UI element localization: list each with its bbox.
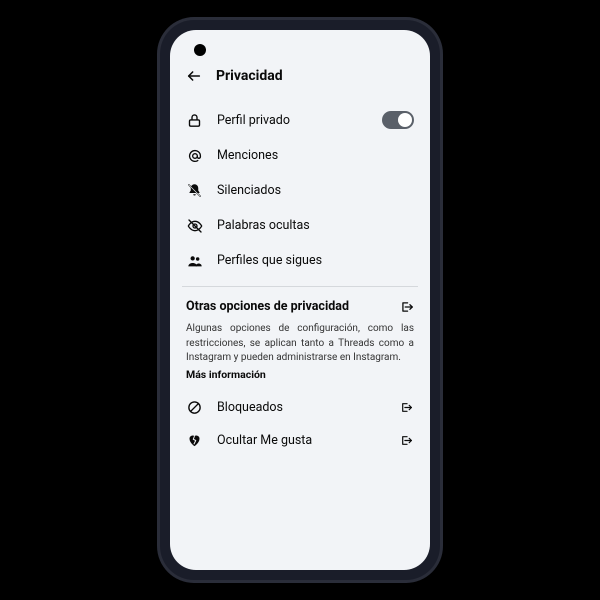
other-options-title: Otras opciones de privacidad: [186, 299, 349, 314]
hide-likes-label: Ocultar Me gusta: [217, 433, 385, 448]
row-hide-likes[interactable]: Ocultar Me gusta: [186, 424, 414, 457]
external-link-icon[interactable]: [399, 299, 414, 314]
front-camera: [194, 44, 206, 56]
muted-label: Silenciados: [217, 183, 414, 198]
other-options-header: Otras opciones de privacidad: [186, 299, 414, 314]
lock-icon: [186, 112, 203, 129]
people-icon: [186, 252, 203, 269]
info-text: Algunas opciones de configuración, como …: [186, 322, 414, 366]
heart-broken-icon: [186, 432, 203, 449]
header: Privacidad: [186, 68, 414, 84]
private-profile-toggle[interactable]: [382, 111, 414, 129]
private-profile-label: Perfil privado: [217, 113, 368, 128]
row-profiles-following[interactable]: Perfiles que sigues: [186, 243, 414, 278]
row-mentions[interactable]: Menciones: [186, 138, 414, 173]
row-muted[interactable]: Silenciados: [186, 173, 414, 208]
row-hidden-words[interactable]: Palabras ocultas: [186, 208, 414, 243]
at-icon: [186, 147, 203, 164]
mentions-label: Menciones: [217, 148, 414, 163]
row-private-profile[interactable]: Perfil privado: [186, 102, 414, 138]
toggle-knob: [398, 113, 412, 127]
profiles-following-label: Perfiles que sigues: [217, 253, 414, 268]
external-link-icon: [399, 400, 414, 415]
row-blocked[interactable]: Bloqueados: [186, 391, 414, 424]
screen: Privacidad Perfil privado: [170, 30, 430, 570]
back-icon[interactable]: [186, 68, 202, 84]
page-title: Privacidad: [216, 68, 283, 84]
block-icon: [186, 399, 203, 416]
bell-off-icon: [186, 182, 203, 199]
settings-content: Privacidad Perfil privado: [170, 30, 430, 457]
phone-frame: Privacidad Perfil privado: [160, 20, 440, 580]
more-info-link[interactable]: Más información: [186, 368, 414, 381]
divider: [182, 286, 418, 287]
blocked-label: Bloqueados: [217, 400, 385, 415]
hidden-words-label: Palabras ocultas: [217, 218, 414, 233]
eye-off-icon: [186, 217, 203, 234]
external-link-icon: [399, 433, 414, 448]
